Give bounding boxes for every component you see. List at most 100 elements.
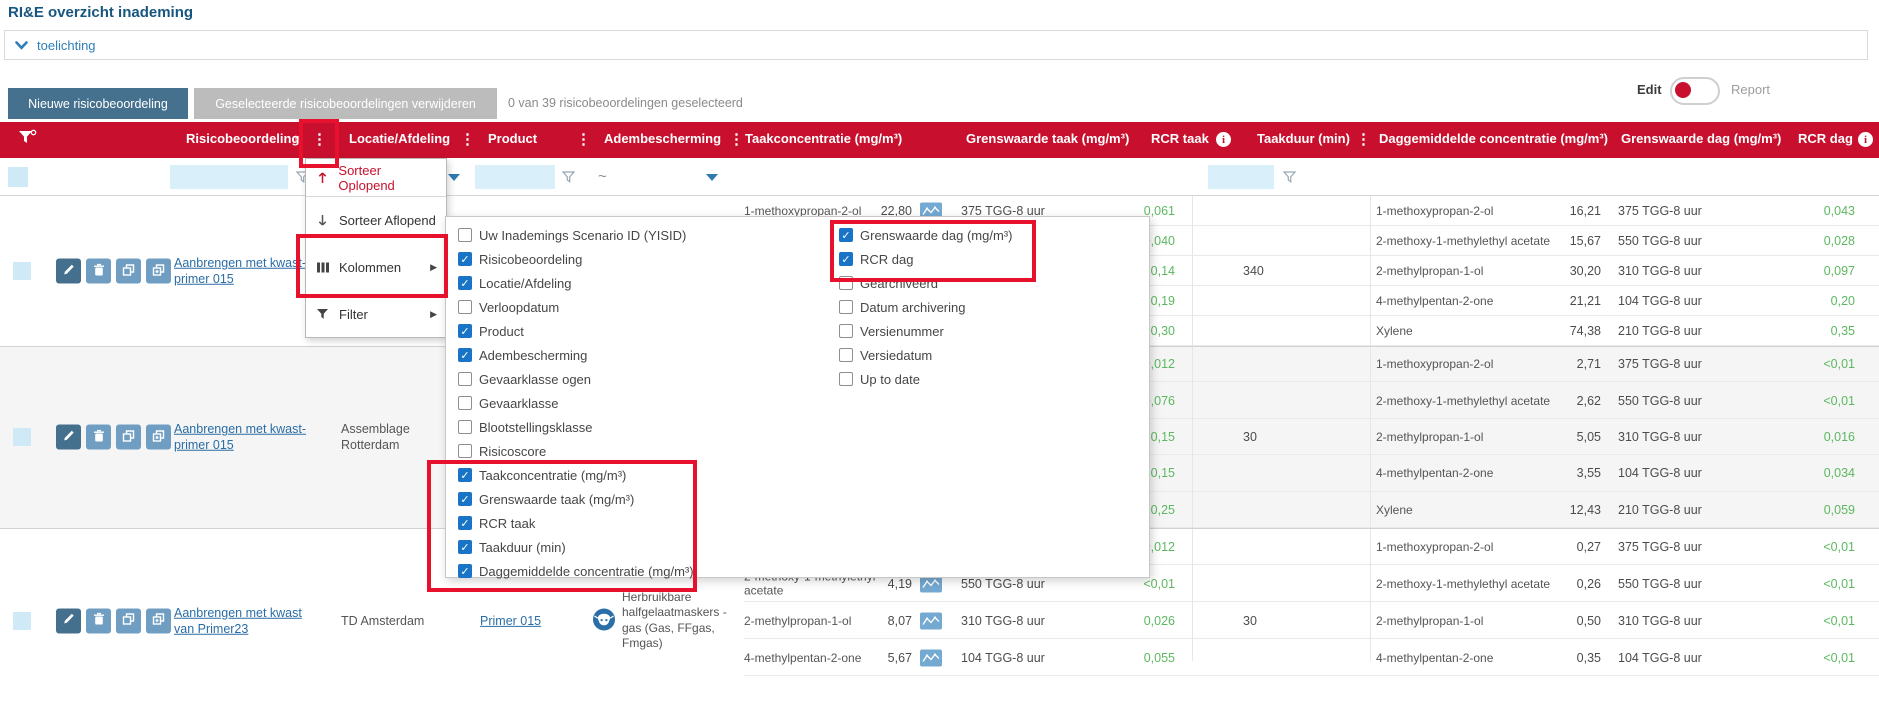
column-header-locatie[interactable]: Locatie/Afdeling [349, 131, 450, 146]
selection-status: 0 van 39 risicobeoordelingen geselecteer… [508, 96, 743, 110]
column-option-datum-archivering[interactable]: Datum archivering [839, 295, 966, 319]
daggemiddelde-value: 5,05 [1546, 430, 1601, 444]
daggemiddelde-value: 30,20 [1546, 264, 1601, 278]
grenswaarde-dag-value: 550 TGG-8 uur [1618, 234, 1702, 248]
substance-name: Xylene [1376, 503, 1556, 517]
clear-filter-icon[interactable] [18, 129, 37, 150]
filter-input-product[interactable] [475, 165, 555, 189]
grenswaarde-dag-value: 104 TGG-8 uur [1618, 294, 1702, 308]
checkbox-checked-icon[interactable]: ✓ [458, 252, 472, 266]
checkbox-unchecked-icon[interactable] [458, 372, 472, 386]
column-menu-kebab-icon[interactable]: ⋮ [460, 130, 475, 148]
column-header-daggemiddelde[interactable]: Daggemiddelde concentratie (mg/m³) [1379, 131, 1608, 146]
dropdown-arrow-icon[interactable] [448, 174, 460, 181]
dropdown-arrow-icon[interactable] [706, 174, 718, 181]
checkbox-unchecked-icon[interactable] [458, 420, 472, 434]
toggle-knob [1675, 82, 1691, 98]
edit-report-toggle[interactable] [1670, 77, 1720, 105]
grenswaarde-taak-value: 550 TGG-8 uur [961, 577, 1045, 591]
grenswaarde-dag-value: 375 TGG-8 uur [1618, 357, 1702, 371]
exposure-chart-icon[interactable] [920, 612, 942, 629]
filter-funnel-icon[interactable] [1283, 171, 1296, 186]
chevron-down-icon [15, 41, 28, 50]
daggemiddelde-value: 12,43 [1546, 503, 1601, 517]
substance-name: 2-methoxy-1-methylethyl acetate [1376, 234, 1556, 248]
column-option-gevaarklasse-ogen[interactable]: Gevaarklasse ogen [458, 367, 591, 391]
info-icon[interactable]: i [1216, 132, 1231, 147]
sort-descending-icon [315, 214, 330, 227]
column-header-rcr-taak[interactable]: RCR taak [1151, 131, 1209, 146]
column-option-up-to-date[interactable]: Up to date [839, 367, 920, 391]
grenswaarde-dag-value: 310 TGG-8 uur [1618, 430, 1702, 444]
column-option-locatie-afdeling[interactable]: ✓ Locatie/Afdeling [458, 271, 572, 295]
edit-label: Edit [1637, 82, 1662, 97]
column-header-rcr-dag[interactable]: RCR dag [1798, 131, 1853, 146]
rcr-dag-value: <0,01 [1768, 357, 1855, 371]
column-option-label: Locatie/Afdeling [479, 276, 572, 291]
column-option-uw-inademings-scenario-id-yisid-[interactable]: Uw Inademings Scenario ID (YISID) [458, 223, 686, 247]
checkbox-checked-icon[interactable]: ✓ [458, 276, 472, 290]
column-option-blootstellingsklasse[interactable]: Blootstellingsklasse [458, 415, 592, 439]
delete-selected-button[interactable]: Geselecteerde risicobeoordelingen verwij… [194, 88, 497, 119]
column-option-versienummer[interactable]: Versienummer [839, 319, 944, 343]
taakconcentratie-value: 4,19 [850, 577, 912, 591]
column-header-taakduur[interactable]: Taakduur (min) [1257, 131, 1350, 146]
filter-funnel-icon[interactable] [562, 171, 575, 186]
rcr-dag-value: 0,059 [1768, 503, 1855, 517]
column-menu-kebab-icon[interactable]: ⋮ [729, 130, 744, 148]
checkbox-unchecked-icon[interactable] [458, 300, 472, 314]
substance-name: 4-methylpentan-2-one [1376, 466, 1556, 480]
page-title: RI&E overzicht inademing [8, 4, 193, 21]
column-option-adembescherming[interactable]: ✓ Adembescherming [458, 343, 587, 367]
filter-input-taakduur[interactable] [1208, 165, 1274, 189]
column-header-grenswaarde-taak[interactable]: Grenswaarde taak (mg/m³) [966, 131, 1129, 146]
column-option-risicobeoordeling[interactable]: ✓Risicobeoordeling [458, 247, 582, 271]
submenu-arrow-icon: ▶ [430, 309, 437, 320]
substance-name: 1-methoxypropan-2-ol [1376, 540, 1556, 554]
grenswaarde-dag-value: 375 TGG-8 uur [1618, 204, 1702, 218]
column-header-grenswaarde-dag[interactable]: Grenswaarde dag (mg/m³) [1621, 131, 1781, 146]
column-header-adembescherming[interactable]: Adembescherming [604, 131, 721, 146]
column-option-versiedatum[interactable]: Versiedatum [839, 343, 932, 367]
column-option-label: Uw Inademings Scenario ID (YISID) [479, 228, 686, 243]
toelichting-expander[interactable]: toelichting [4, 30, 1868, 60]
filter-input-risicobeoordeling[interactable] [170, 165, 288, 189]
annotation-box-kebab [299, 119, 339, 168]
column-option-verloopdatum[interactable]: Verloopdatum [458, 295, 559, 319]
column-option-label: Blootstellingsklasse [479, 420, 592, 435]
select-all-checkbox[interactable] [8, 167, 28, 187]
new-assessment-button[interactable]: Nieuwe risicobeoordeling [8, 88, 188, 119]
checkbox-unchecked-icon[interactable] [458, 396, 472, 410]
grenswaarde-taak-value: 310 TGG-8 uur [961, 614, 1045, 628]
checkbox-unchecked-icon[interactable] [839, 348, 853, 362]
grenswaarde-taak-value: 104 TGG-8 uur [961, 651, 1045, 665]
daggemiddelde-value: 0,50 [1546, 614, 1601, 628]
exposure-chart-icon[interactable] [920, 649, 942, 666]
info-icon[interactable]: i [1858, 132, 1873, 147]
checkbox-checked-icon[interactable]: ✓ [458, 348, 472, 362]
daggemiddelde-value: 15,67 [1546, 234, 1601, 248]
column-header-taakconcentratie[interactable]: Taakconcentratie (mg/m³) [745, 131, 902, 146]
grenswaarde-dag-value: 310 TGG-8 uur [1618, 614, 1702, 628]
checkbox-unchecked-icon[interactable] [839, 300, 853, 314]
column-menu-kebab-icon[interactable]: ⋮ [1356, 130, 1371, 148]
column-menu-kebab-icon[interactable]: ⋮ [576, 130, 591, 148]
checkbox-unchecked-icon[interactable] [458, 228, 472, 242]
checkbox-unchecked-icon[interactable] [458, 444, 472, 458]
column-option-label: Adembescherming [479, 348, 587, 363]
column-divider [1370, 196, 1371, 661]
menu-item-label: Sorteer Aflopend [339, 213, 436, 228]
rcr-dag-value: <0,01 [1768, 651, 1855, 665]
column-option-gevaarklasse[interactable]: Gevaarklasse [458, 391, 558, 415]
checkbox-unchecked-icon[interactable] [839, 324, 853, 338]
column-option-product[interactable]: ✓Product [458, 319, 524, 343]
column-header-risicobeoordeling[interactable]: Risicobeoordeling [186, 131, 299, 146]
column-option-label: Risicoscore [479, 444, 546, 459]
daggemiddelde-value: 2,71 [1546, 357, 1601, 371]
column-header-product[interactable]: Product [488, 131, 537, 146]
filter-operator[interactable]: ~ [598, 168, 607, 185]
checkbox-unchecked-icon[interactable] [839, 372, 853, 386]
substance-name: 2-methylpropan-1-ol [1376, 614, 1556, 628]
checkbox-checked-icon[interactable]: ✓ [458, 324, 472, 338]
daggemiddelde-value: 3,55 [1546, 466, 1601, 480]
